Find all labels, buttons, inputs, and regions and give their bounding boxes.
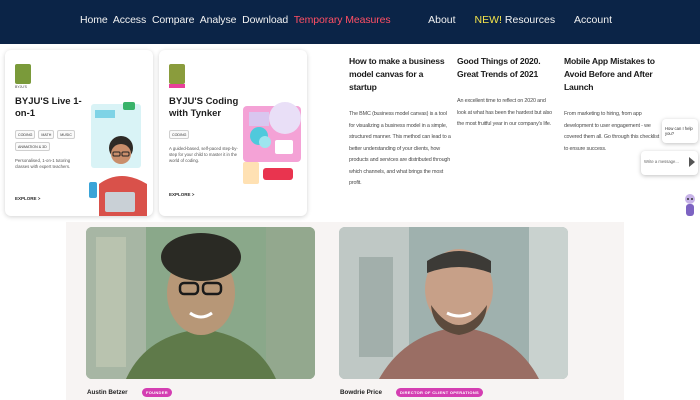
explore-link[interactable]: EXPLORE > [169,192,194,197]
blog-excerpt: The BMC (business model canvas) is a too… [349,111,451,186]
nav-link-analyse[interactable]: Analyse [200,14,237,26]
blog-title[interactable]: Good Things of 2020. Great Trends of 202… [457,55,553,81]
blog-title[interactable]: Mobile App Mistakes to Avoid Before and … [564,55,664,94]
chat-greeting-bubble: How can I help you? [662,119,698,143]
chat-message-input[interactable]: Write a message... [641,151,698,175]
blog-post-good-things-2020[interactable]: Good Things of 2020. Great Trends of 202… [457,55,553,131]
tag-music: MUSIC [57,130,75,139]
nav-link-download[interactable]: Download [242,14,288,26]
team-photo-austin [86,227,315,379]
page: Home Access Compare Analyse Download Tem… [0,0,700,400]
chat-input-placeholder: Write a message... [644,159,679,164]
nav-link-account[interactable]: Account [574,14,612,26]
coding-game-illustration [243,102,301,184]
blog-post-mobile-app-mistakes[interactable]: Mobile App Mistakes to Avoid Before and … [564,55,664,155]
new-badge: NEW! [474,14,502,26]
explore-link[interactable]: EXPLORE > [15,196,40,201]
card-description: A guided-based, self-paced step-by-step … [169,146,238,163]
team-member-name: Austin Betzer [87,389,128,396]
tag-coding: CODING [169,130,190,139]
product-card-live-1on1[interactable]: BYJU'S BYJU'S Live 1-on-1 CODING MATH MU… [5,50,153,216]
tag-math: MATH [38,130,55,139]
tag-coding: CODING [15,130,36,139]
card-title: BYJU'S Live 1-on-1 [15,96,82,119]
byjus-logo [15,64,31,84]
tag-animation: ANIMATION & 3D [15,142,50,151]
nav-link-temporary-measures[interactable]: Temporary Measures [294,14,391,26]
nav-main-links: Home Access Compare Analyse Download Tem… [80,14,394,26]
card-tags: CODING MATH MUSIC ANIMATION & 3D [15,130,85,151]
role-badge: FOUNDER [142,388,172,397]
blog-excerpt: An excellent time to reflect on 2020 and… [457,98,552,127]
blog-post-business-model-canvas[interactable]: How to make a business model canvas for … [349,55,453,190]
resources-label: Resources [504,14,556,26]
team-photo-bowdrie [339,227,568,379]
blog-title[interactable]: How to make a business model canvas for … [349,55,453,94]
nav-link-about[interactable]: About [428,14,455,26]
card-tags: CODING [169,130,239,139]
product-card-coding-tynker[interactable]: BYJU'S Coding with Tynker CODING A guide… [159,50,307,216]
chat-bot-avatar-icon[interactable] [683,192,697,218]
logo-caption [169,84,185,88]
student-laptop-illustration [89,102,147,216]
logo-caption: BYJU'S [15,85,27,89]
nav-link-home[interactable]: Home [80,14,108,26]
byjus-logo [169,64,185,84]
team-member-name: Bowdrie Price [340,389,382,396]
nav-link-compare[interactable]: Compare [152,14,195,26]
send-arrow-icon[interactable] [689,157,695,167]
card-description: Personalised, 1-on-1 tutoring classes wi… [15,158,71,169]
nav-link-access[interactable]: Access [113,14,146,26]
nav-secondary-links: About NEW! Resources Account [412,14,612,26]
blog-excerpt: From marketing to hiring, from app devel… [564,111,660,152]
top-navigation: Home Access Compare Analyse Download Tem… [0,0,700,44]
role-badge: DIRECTOR OF CLIENT OPERATIONS [396,388,483,397]
card-title: BYJU'S Coding with Tynker [169,96,239,119]
nav-link-resources[interactable]: NEW! Resources [475,14,556,26]
